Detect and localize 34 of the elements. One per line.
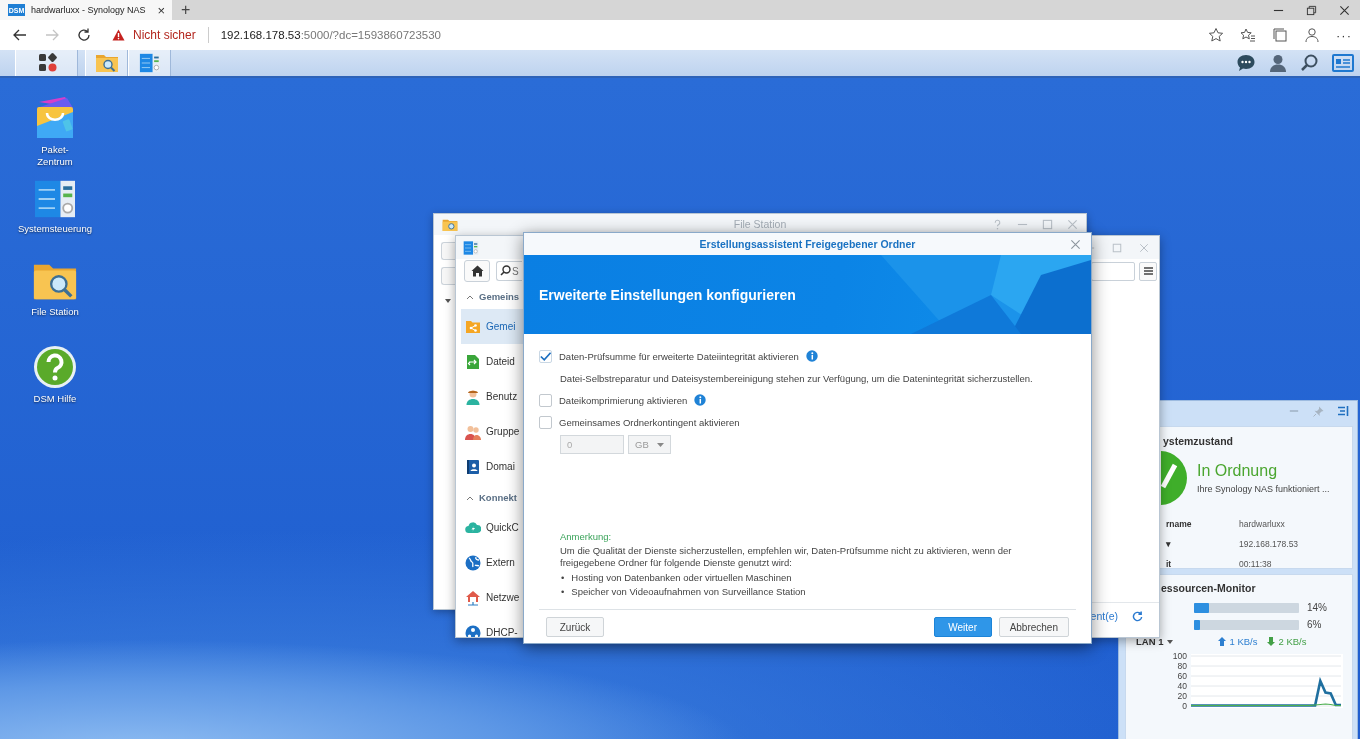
page-heading: Erweiterte Einstellungen konfigurieren (539, 286, 796, 303)
axis-tick-label: 40 (1177, 681, 1187, 691)
info-value: hardwarluxx (1239, 518, 1286, 531)
info-label: ▾ (1166, 538, 1172, 551)
usage-reading: 14% (1307, 602, 1327, 613)
axis-tick-label: 0 (1182, 701, 1187, 710)
status-message: Ihre Synology NAS funktioniert ... (1197, 484, 1330, 494)
option-label: Dateikomprimierung aktivieren (559, 394, 688, 406)
info-label: it (1166, 558, 1173, 571)
bullet-mark: • (561, 571, 565, 585)
info-value: 192.168.178.53 (1239, 538, 1300, 551)
option-label: Daten-Prüfsumme für erweiterte Dateiintegrität aktivieren (559, 350, 799, 362)
note-title: Anmerkung: (560, 530, 613, 542)
upload-rate: 1 KB/s (1229, 636, 1258, 647)
axis-tick-label: 20 (1177, 691, 1187, 701)
axis-tick-label: 60 (1177, 671, 1187, 681)
dialog-title: Erstellungsassistent Freigegebener Ordner (699, 238, 916, 250)
tab-title: hardwarluxx - Synology NAS (31, 5, 147, 15)
status-text: In Ordnung (1197, 462, 1279, 480)
option-description: Datei-Selbstreparatur und Dateisystembereinigung stehen zur Verfügung, um die Datenintegrität sicherzustellen. (560, 372, 1033, 384)
download-rate: 2 KB/s (1278, 636, 1307, 647)
card-title: essourcen-Monitor (1161, 582, 1257, 594)
bullet-mark: • (561, 585, 565, 599)
info-value: 00:11:38 (1239, 558, 1273, 571)
note-bullet: Hosting von Datenbanken oder virtuellen Maschinen (571, 571, 792, 585)
note-text: Um die Qualität der Dienste sicherzustellen, empfehlen wir, Daten-Prüfsumme nicht zu aktivieren, wenn der freigegebene Ordner für folgende Dienste genutzt wird: (560, 545, 1013, 568)
axis-tick-label: 80 (1177, 661, 1187, 671)
axis-tick-label: 100 (1172, 651, 1187, 661)
note-bullet: Speicher von Videoaufnahmen von Surveillance Station (571, 585, 806, 599)
card-title: ystemzustand (1163, 435, 1235, 447)
usage-reading: 6% (1307, 619, 1322, 630)
option-label: Gemeinsames Ordnerkontingent aktivieren (559, 416, 740, 428)
info-label: rname (1166, 518, 1193, 531)
window-title: File Station (733, 218, 787, 230)
